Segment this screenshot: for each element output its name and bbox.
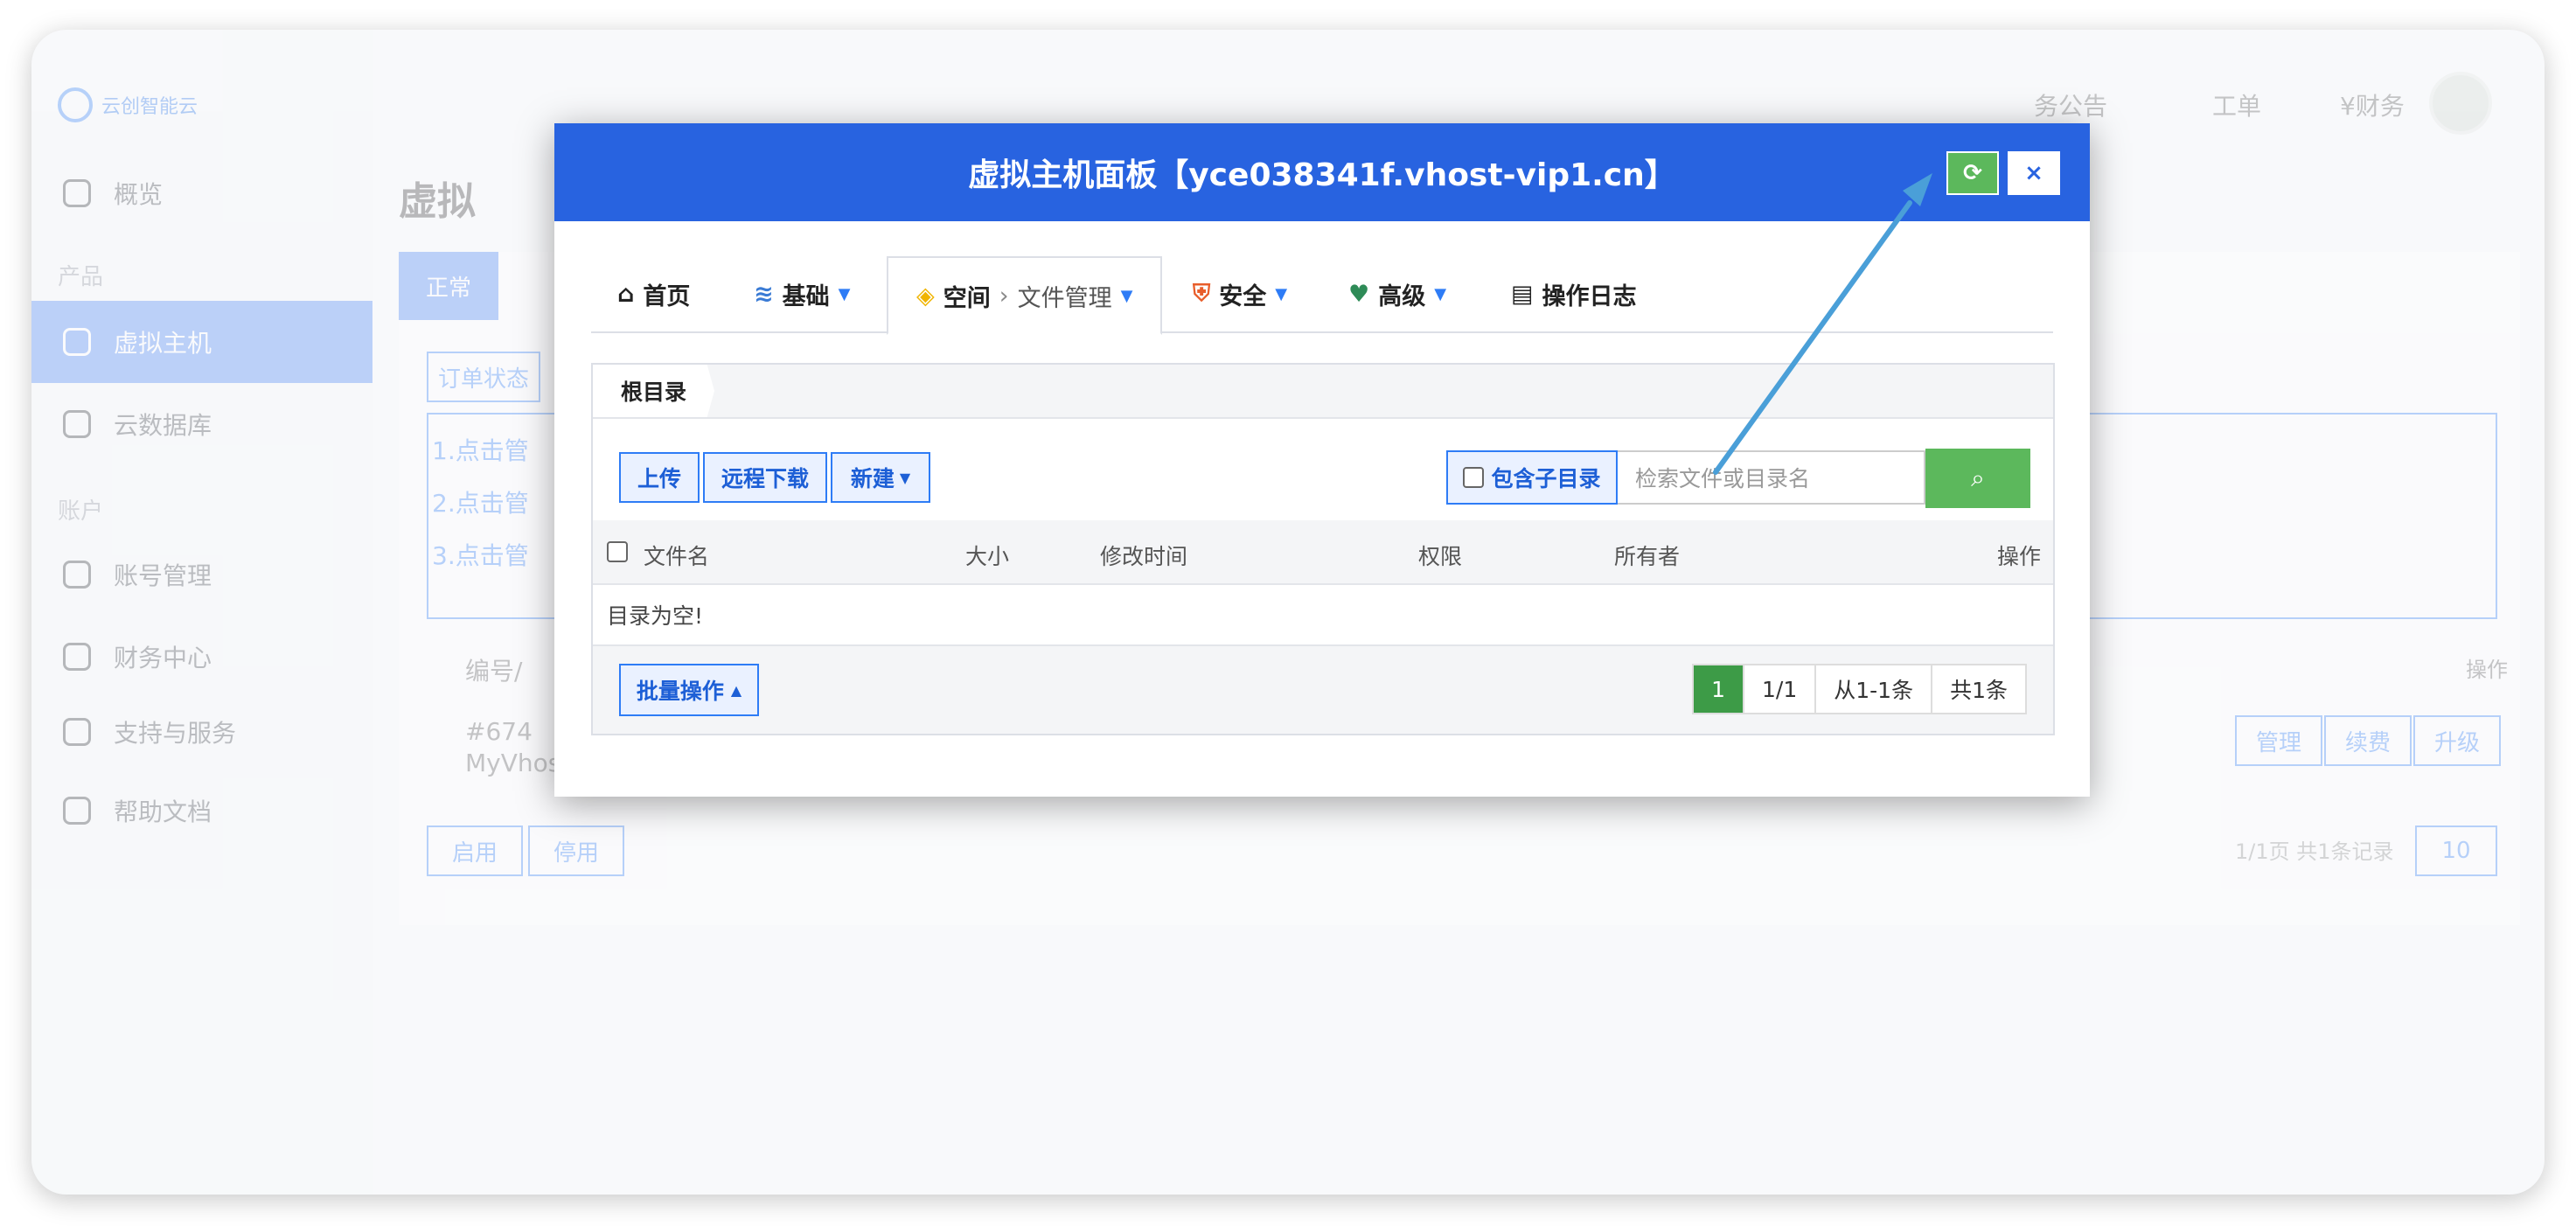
annotation-arrow	[1713, 173, 1932, 475]
